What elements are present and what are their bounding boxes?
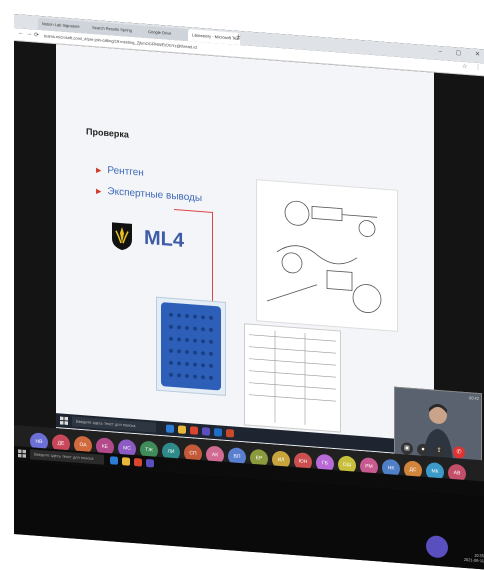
windows-start-icon[interactable] [18,449,26,458]
powerpoint-icon [226,428,234,438]
edge-icon [166,424,174,434]
ml4-badge: ML4 [144,226,184,252]
windows-start-icon [60,416,68,426]
shield-emblem-icon [112,222,132,251]
bullet-text: Экспертные выводы [107,186,203,205]
share-screen-icon[interactable]: ⇪ [433,444,445,458]
folder-icon[interactable] [122,457,130,466]
monitor-screen: Notion Lab Signature Search Results Spri… [14,14,484,570]
tab-label: Laboratory - Microsoft Teams [192,32,240,42]
word-icon [214,428,222,437]
bullet-marker-icon: ▶ [96,188,102,196]
chrome-icon[interactable] [134,458,142,467]
slide-title: Проверка [86,126,129,140]
technical-drawing-image [256,179,398,332]
slide-bullets: ▶ Рентген ▶ Экспертные выводы [96,164,202,214]
xray-device-image [156,296,226,396]
slide-bullet: ▶ Рентген [96,164,202,183]
bullet-text: Рентген [107,165,144,179]
reload-icon[interactable]: ⟳ [34,32,39,39]
teams-icon [202,427,210,436]
slide-bullet: ▶ Экспертные выводы [96,185,202,204]
photo-background: Notion Lab Signature Search Results Spri… [0,0,484,570]
folder-icon [178,425,186,434]
tab-label: Search Results Spring [92,24,132,33]
teams-icon[interactable] [146,458,154,468]
camera-toggle-icon[interactable]: ▣ [401,442,413,456]
tab-label: Google Drive [148,29,172,36]
self-video-tile[interactable]: 00:42 ▣ ● ⇪ ✆ [394,386,482,466]
edge-icon[interactable] [110,456,118,465]
back-icon[interactable]: ← [18,30,24,36]
call-duration: 00:42 [468,395,479,401]
clock-date: 2021-06-11 [463,556,484,564]
mic-toggle-icon[interactable]: ● [417,443,429,457]
new-tab-button[interactable]: + [236,32,241,41]
bullet-marker-icon: ▶ [96,167,102,175]
window-controls[interactable]: – ▢ ✕ [439,48,484,59]
document-form-image [244,323,341,433]
connector-line [174,209,213,303]
browser-menu-icons[interactable]: ☆ ⋮ [462,63,484,72]
teams-call-indicator-icon[interactable] [426,534,448,559]
shared-slide: Проверка ▶ Рентген ▶ Экспертные выводы ML4 [56,44,434,457]
tab-label: Notion Lab Signature [42,21,80,29]
chrome-icon [190,426,198,435]
hang-up-button[interactable]: ✆ [453,446,465,459]
teams-meeting-area: Проверка ▶ Рентген ▶ Экспертные выводы ML4 [14,41,484,495]
forward-icon[interactable]: → [26,31,32,37]
